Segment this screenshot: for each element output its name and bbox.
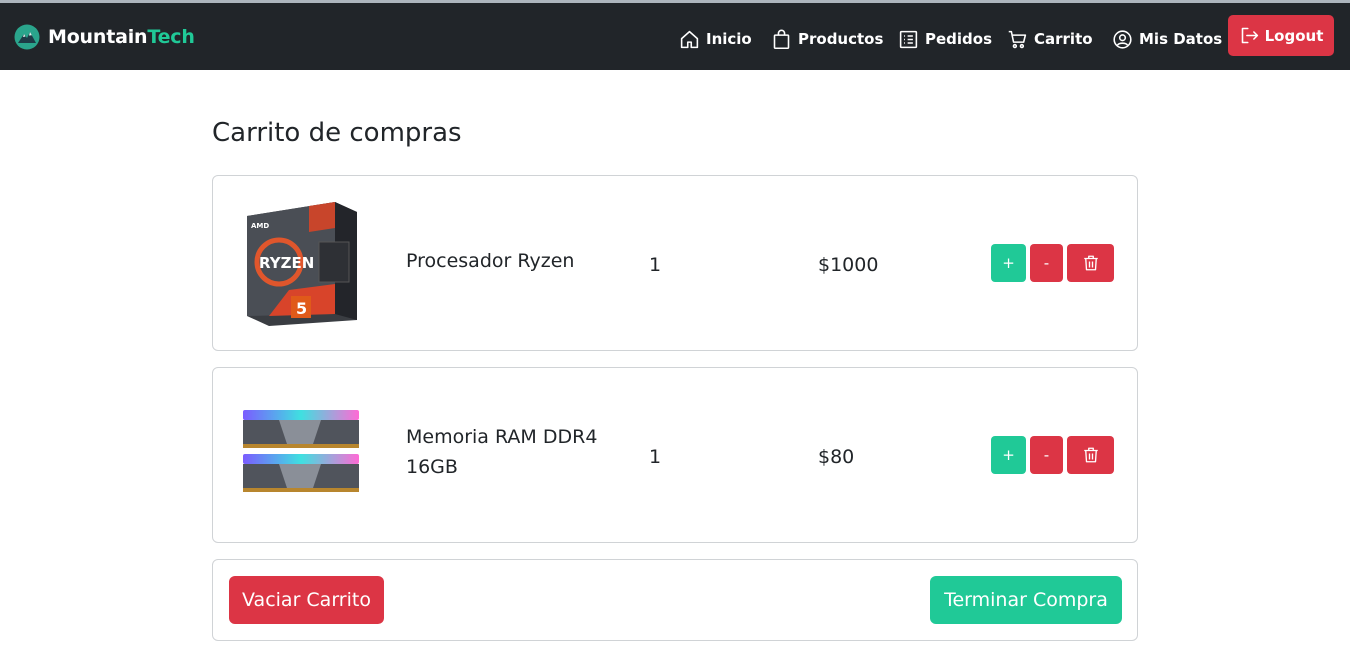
- logout-button[interactable]: Logout: [1228, 15, 1334, 56]
- product-quantity: 1: [649, 254, 662, 276]
- svg-text:5: 5: [296, 299, 307, 318]
- product-name: Memoria RAM DDR4 16GB: [406, 426, 598, 478]
- cart-item: Memoria RAM DDR4 16GB 1 $80 + -: [212, 367, 1138, 543]
- cart-actions: Vaciar Carrito Terminar Compra: [212, 559, 1138, 641]
- ram-modules-image: [243, 410, 359, 492]
- logout-icon: [1241, 27, 1258, 44]
- nav-productos-label: Productos: [798, 30, 884, 48]
- nav-productos[interactable]: Productos: [771, 25, 883, 53]
- shopping-bag-icon: [773, 29, 790, 49]
- decrease-quantity-button[interactable]: -: [1030, 244, 1063, 282]
- product-price: $80: [818, 446, 855, 468]
- house-icon: [680, 30, 699, 48]
- remove-item-button[interactable]: [1067, 436, 1114, 474]
- cart-icon: [1008, 30, 1027, 48]
- nav-mis-datos[interactable]: Mis Datos: [1112, 25, 1222, 53]
- nav-inicio[interactable]: Inicio: [679, 25, 752, 53]
- trash-icon: [1083, 255, 1098, 271]
- nav-carrito[interactable]: Carrito: [1007, 25, 1093, 53]
- brand-name: Mountain: [48, 26, 148, 48]
- nav-mis-datos-label: Mis Datos: [1139, 30, 1223, 48]
- nav-pedidos[interactable]: Pedidos: [898, 25, 992, 53]
- logout-label: Logout: [1264, 26, 1324, 45]
- product-name: Procesador Ryzen: [406, 250, 575, 272]
- remove-item-button[interactable]: [1067, 244, 1114, 282]
- nav-carrito-label: Carrito: [1034, 30, 1093, 48]
- empty-cart-button[interactable]: Vaciar Carrito: [229, 576, 384, 624]
- nav-pedidos-label: Pedidos: [925, 30, 993, 48]
- ryzen-box-image: RYZEN 5 AMD: [247, 202, 357, 326]
- checkout-button[interactable]: Terminar Compra: [930, 576, 1122, 624]
- mountain-logo-icon: [14, 24, 40, 50]
- nav-inicio-label: Inicio: [706, 30, 752, 48]
- product-price: $1000: [818, 254, 879, 276]
- decrease-quantity-button[interactable]: -: [1030, 436, 1063, 474]
- product-quantity: 1: [649, 446, 662, 468]
- increase-quantity-button[interactable]: +: [991, 244, 1026, 282]
- cart-item: RYZEN 5 AMD Procesador Ryzen 1 $1000 + -: [212, 175, 1138, 351]
- brand[interactable]: MountainTech: [14, 23, 195, 51]
- trash-icon: [1083, 447, 1098, 463]
- svg-text:AMD: AMD: [251, 222, 269, 230]
- svg-text:RYZEN: RYZEN: [259, 254, 314, 272]
- increase-quantity-button[interactable]: +: [991, 436, 1026, 474]
- page-title: Carrito de compras: [212, 118, 462, 148]
- list-icon: [899, 30, 918, 48]
- brand-name-accent: Tech: [147, 26, 195, 48]
- top-navbar: MountainTech Inicio Productos Pedidos Ca…: [0, 0, 1350, 70]
- user-circle-icon: [1113, 29, 1132, 49]
